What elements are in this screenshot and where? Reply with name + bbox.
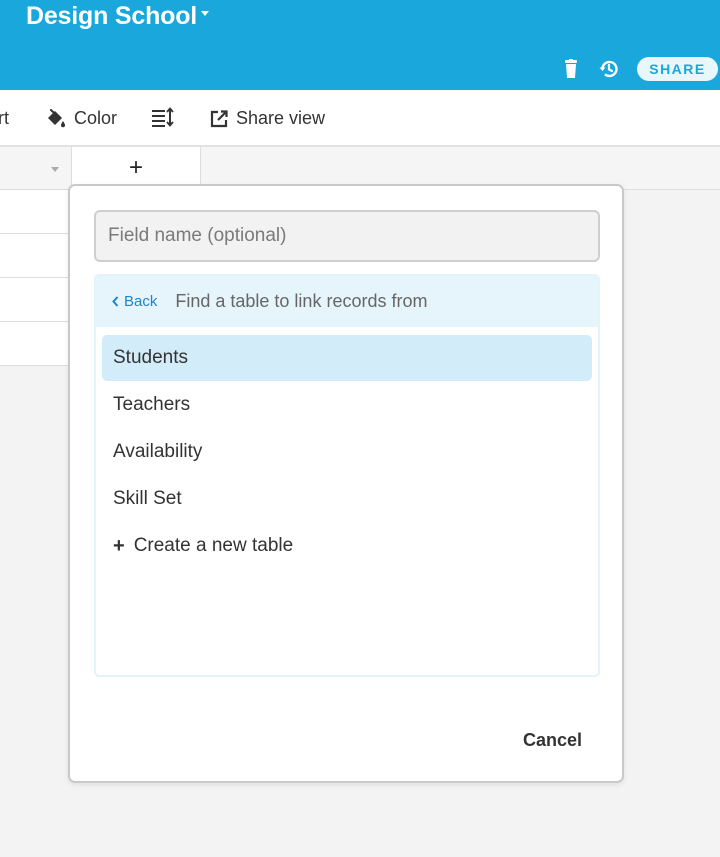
field-config-dialog: Back Find a table to link records from S…: [68, 184, 624, 783]
table-picker: Back Find a table to link records from S…: [94, 274, 600, 677]
table-row[interactable]: [0, 234, 72, 278]
share-view-button[interactable]: Share view: [210, 108, 325, 129]
row-height-button[interactable]: [152, 107, 174, 127]
table-option-students[interactable]: Students: [102, 335, 592, 381]
sort-button[interactable]: rt: [0, 108, 9, 129]
paint-bucket-icon: [48, 108, 65, 127]
table-option-label: Availability: [113, 441, 203, 462]
table-option-availability[interactable]: Availability: [102, 429, 592, 475]
color-button[interactable]: Color: [46, 108, 117, 129]
app-header: Design School SHARE: [0, 0, 720, 90]
share-view-label: Share view: [236, 108, 326, 128]
table-option-label: Students: [113, 347, 188, 368]
cancel-button[interactable]: Cancel: [523, 730, 582, 751]
table-row[interactable]: [0, 190, 72, 234]
field-name-input[interactable]: [94, 210, 600, 262]
chevron-left-icon: [112, 296, 119, 307]
chevron-down-icon[interactable]: [201, 11, 209, 16]
create-table-label: Create a new table: [133, 535, 294, 556]
view-toolbar: rt Color Share view: [0, 90, 720, 147]
plus-icon: +: [113, 534, 125, 557]
history-icon[interactable]: [598, 58, 620, 80]
external-link-icon: [210, 109, 228, 127]
create-new-table-button[interactable]: + Create a new table: [102, 523, 592, 569]
trash-icon[interactable]: [563, 59, 579, 79]
table-option-skill-set[interactable]: Skill Set: [102, 476, 592, 522]
chevron-down-icon[interactable]: [51, 167, 59, 172]
table-option-label: Teachers: [113, 394, 191, 415]
back-button[interactable]: Back: [112, 293, 157, 310]
table-option-label: Skill Set: [113, 488, 182, 509]
row-height-icon: [152, 107, 174, 127]
share-button[interactable]: SHARE: [637, 57, 718, 81]
back-label: Back: [124, 293, 158, 310]
table-row[interactable]: [0, 278, 72, 322]
base-title[interactable]: Design School: [26, 2, 197, 31]
picker-prompt: Find a table to link records from: [175, 291, 428, 311]
column-header[interactable]: [0, 147, 72, 190]
sort-label: rt: [0, 108, 9, 128]
table-option-teachers[interactable]: Teachers: [102, 382, 592, 428]
table-picker-header: Back Find a table to link records from: [96, 276, 598, 327]
color-label: Color: [74, 108, 118, 128]
table-row[interactable]: [0, 322, 72, 366]
